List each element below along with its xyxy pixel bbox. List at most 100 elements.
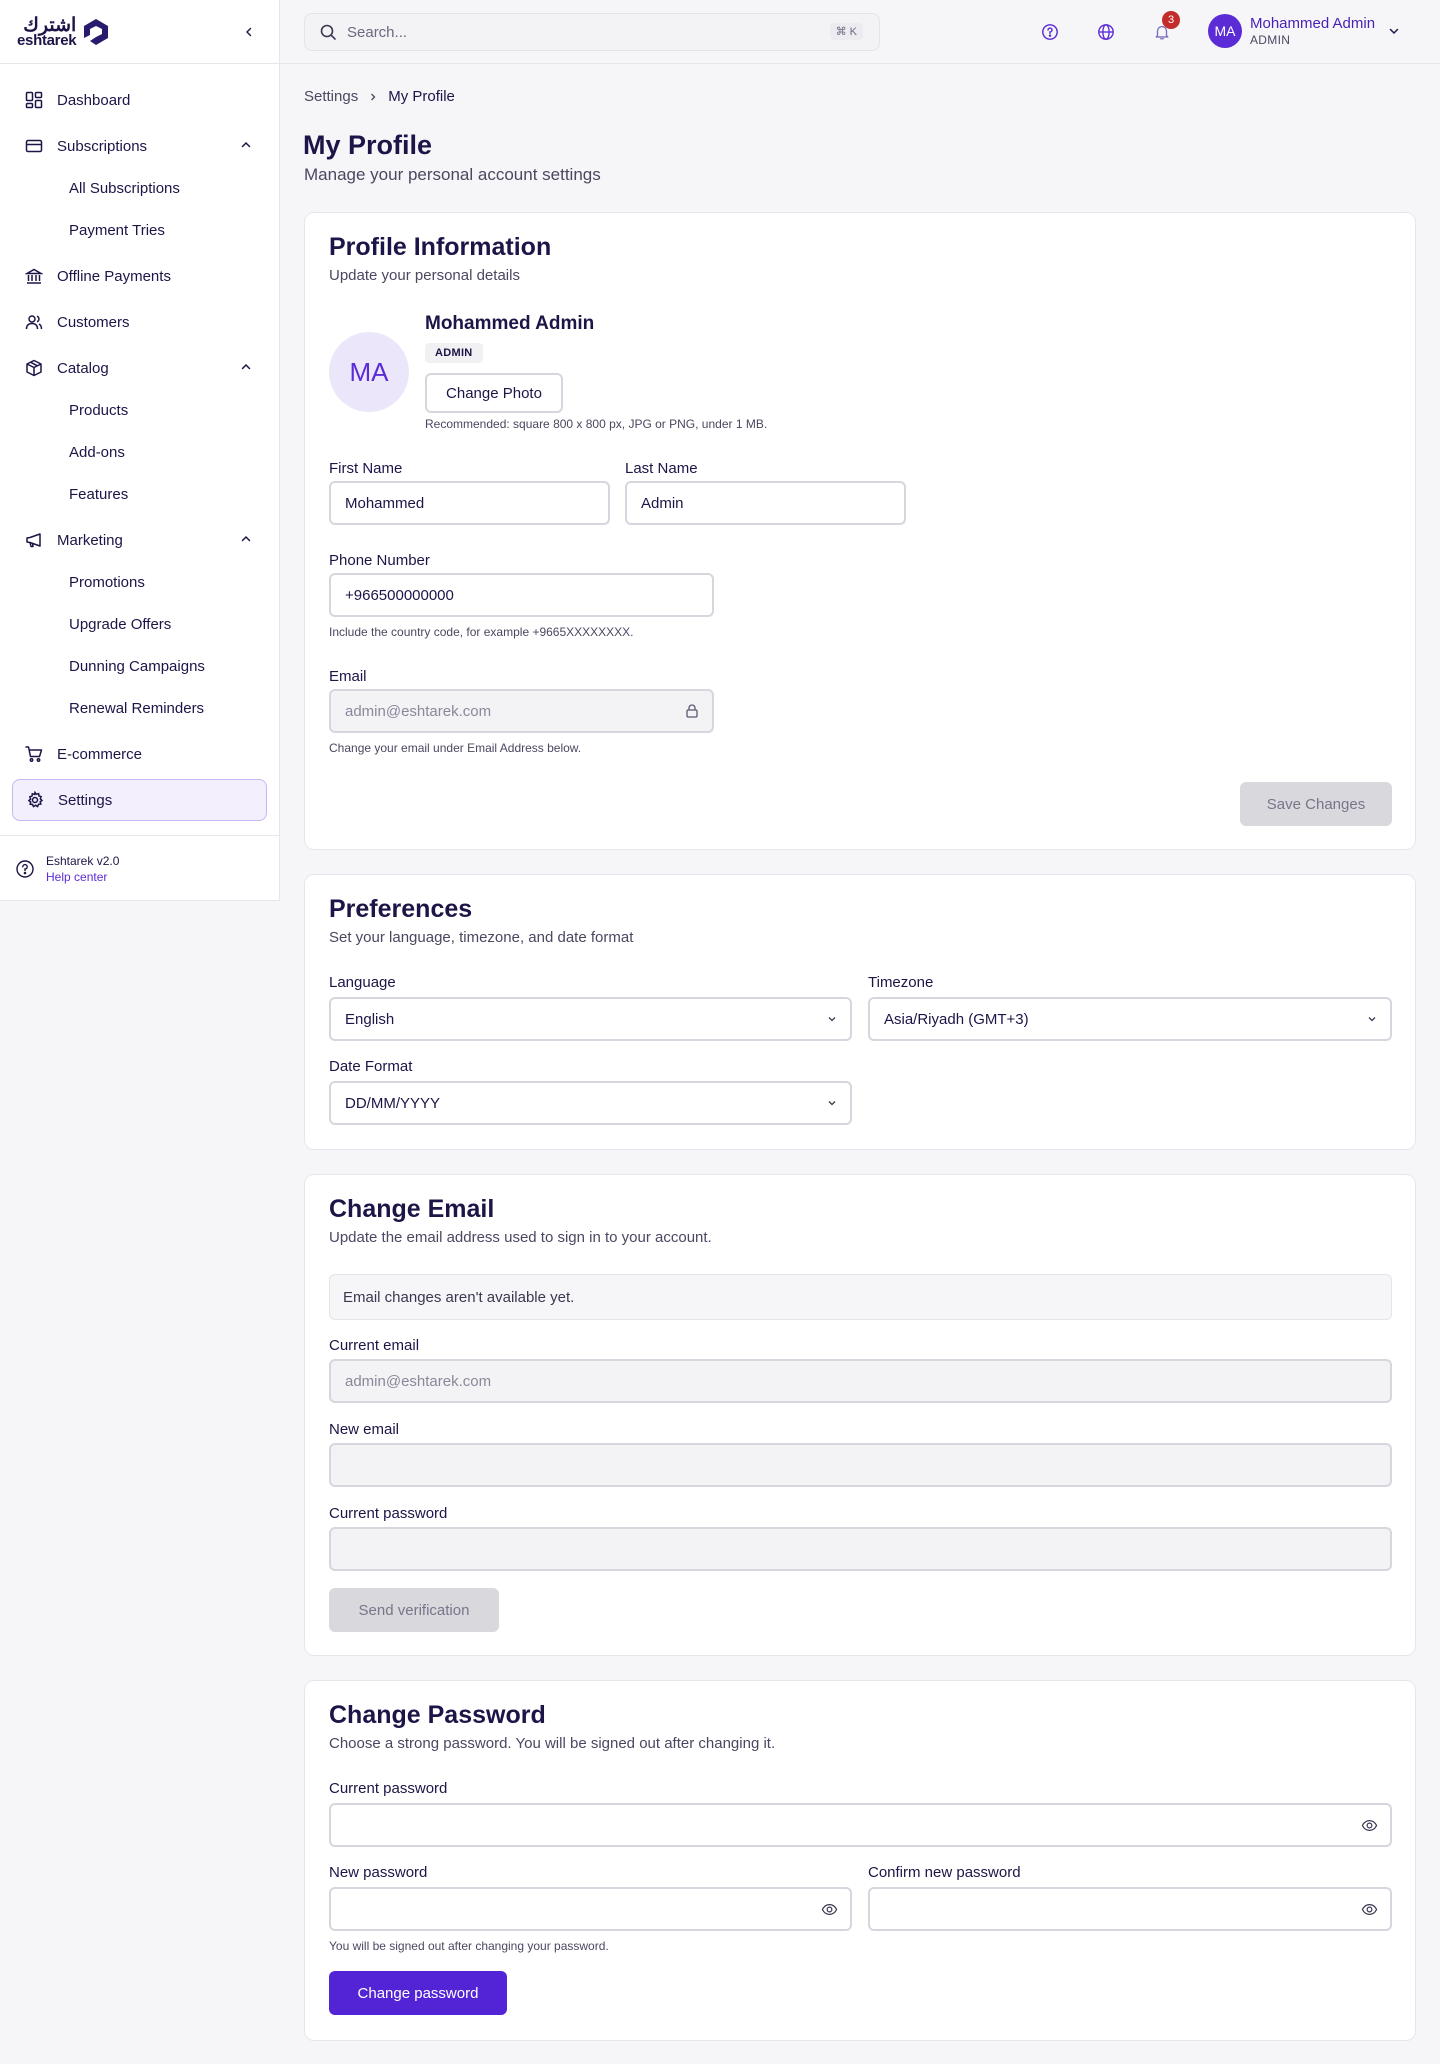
sidebar-subitem-add-ons[interactable]: Add-ons	[69, 444, 125, 461]
sidebar-subitem-payment-tries[interactable]: Payment Tries	[69, 222, 165, 239]
new-password-field[interactable]	[329, 1887, 852, 1931]
sidebar-item-dashboard[interactable]: Dashboard	[12, 79, 267, 121]
sidebar-subitem-features[interactable]: Features	[69, 486, 128, 503]
sidebar-item-subscriptions[interactable]: Subscriptions	[12, 125, 267, 167]
help-circle-icon	[1042, 24, 1058, 40]
current-password-label: Current password	[329, 1780, 448, 1797]
sidebar-subitem-products[interactable]: Products	[69, 402, 128, 419]
change-photo-button[interactable]: Change Photo	[425, 373, 563, 413]
language-button[interactable]	[1094, 20, 1118, 44]
email-field: admin@eshtarek.com	[329, 689, 714, 733]
card-subtitle: Choose a strong password. You will be si…	[329, 1735, 776, 1752]
language-select[interactable]: English	[329, 997, 852, 1041]
collapse-sidebar-button[interactable]	[237, 20, 261, 44]
sidebar-subitem-promotions[interactable]: Promotions	[69, 574, 145, 591]
date-format-label: Date Format	[329, 1058, 413, 1075]
eye-icon[interactable]	[821, 1901, 838, 1918]
change-password-card: Change Password Choose a strong password…	[304, 1680, 1416, 2041]
search-input[interactable]	[347, 23, 807, 41]
sidebar-item-settings[interactable]: Settings	[12, 779, 267, 821]
sidebar-item-label: E-commerce	[57, 745, 143, 763]
confirm-password-label: Confirm new password	[868, 1864, 1021, 1881]
lock-icon	[686, 704, 698, 718]
globe-icon	[1098, 24, 1114, 40]
notification-count-badge: 3	[1162, 11, 1180, 29]
first-name-value: Mohammed	[345, 494, 425, 512]
chevron-down-icon	[828, 1101, 836, 1106]
send-verification-button[interactable]: Send verification	[329, 1588, 499, 1632]
timezone-select[interactable]: Asia/Riyadh (GMT+3)	[868, 997, 1392, 1041]
eye-icon[interactable]	[1361, 1817, 1378, 1834]
timezone-label: Timezone	[868, 974, 934, 991]
photo-hint: Recommended: square 800 x 800 px, JPG or…	[425, 417, 768, 431]
language-value: English	[345, 1010, 395, 1028]
phone-label: Phone Number	[329, 552, 430, 569]
sidebar-item-catalog[interactable]: Catalog	[12, 347, 267, 389]
email-value: admin@eshtarek.com	[345, 702, 492, 720]
megaphone-icon	[24, 530, 44, 550]
date-format-select[interactable]: DD/MM/YYYY	[329, 1081, 852, 1125]
gear-icon	[25, 790, 45, 810]
user-name: Mohammed Admin	[1250, 15, 1376, 32]
phone-field[interactable]: +966500000000	[329, 573, 714, 617]
date-format-value: DD/MM/YYYY	[345, 1094, 441, 1112]
sidebar-item-e-commerce[interactable]: E-commerce	[12, 733, 267, 775]
breadcrumb-current: My Profile	[388, 88, 455, 105]
eye-icon[interactable]	[1361, 1901, 1378, 1918]
sidebar-item-label: Catalog	[57, 359, 109, 377]
dashboard-grid-icon	[24, 90, 44, 110]
chevron-right-icon	[371, 93, 376, 100]
first-name-label: First Name	[329, 460, 403, 477]
cart-icon	[24, 744, 44, 764]
chevron-down-icon	[1389, 28, 1399, 35]
sidebar-subitem-all-subscriptions[interactable]: All Subscriptions	[69, 180, 180, 197]
current-password-field[interactable]	[329, 1803, 1392, 1847]
user-menu[interactable]: MA Mohammed Admin ADMIN	[1208, 14, 1401, 48]
card-subtitle: Update your personal details	[329, 267, 520, 284]
chevron-up-icon	[241, 535, 251, 542]
sidebar-item-customers[interactable]: Customers	[12, 301, 267, 343]
chevron-left-icon	[246, 27, 252, 36]
app-version: Eshtarek v2.0	[46, 853, 120, 868]
sidebar-subitem-renewal-reminders[interactable]: Renewal Reminders	[69, 700, 204, 717]
app-logo[interactable]: اشترك eshtarek	[17, 16, 111, 48]
sidebar-subitem-dunning-campaigns[interactable]: Dunning Campaigns	[69, 658, 205, 675]
search-shortcut-hint: ⌘ K	[829, 23, 863, 40]
sidebar-item-label: Offline Payments	[57, 267, 171, 285]
change-password-button[interactable]: Change password	[329, 1971, 507, 2015]
credit-card-icon	[24, 136, 44, 156]
help-button[interactable]	[1038, 20, 1062, 44]
sidebar-subitem-upgrade-offers[interactable]: Upgrade Offers	[69, 616, 171, 633]
avatar: MA	[1208, 14, 1242, 48]
role-badge: ADMIN	[425, 343, 483, 363]
sidebar-item-offline-payments[interactable]: Offline Payments	[12, 255, 267, 297]
sidebar-item-marketing[interactable]: Marketing	[12, 519, 267, 561]
sidebar: اشترك eshtarek Dashboard Subscriptions A…	[0, 0, 280, 901]
email-unavailable-notice: Email changes aren't available yet.	[329, 1274, 1392, 1320]
current-email-label: Current email	[329, 1337, 420, 1354]
search-bar[interactable]: ⌘ K	[304, 13, 880, 51]
email-label: Email	[329, 668, 367, 685]
save-changes-button[interactable]: Save Changes	[1240, 782, 1392, 826]
sidebar-item-label: Customers	[57, 313, 130, 331]
preferences-card: Preferences Set your language, timezone,…	[304, 874, 1416, 1150]
new-email-label: New email	[329, 1421, 400, 1438]
password-hint: You will be signed out after changing yo…	[329, 1939, 609, 1953]
last-name-field[interactable]: Admin	[625, 481, 906, 525]
breadcrumb-settings-link[interactable]: Settings	[304, 88, 358, 105]
first-name-field[interactable]: Mohammed	[329, 481, 610, 525]
sidebar-footer: Eshtarek v2.0 Help center	[0, 835, 279, 901]
chevron-up-icon	[241, 141, 251, 148]
sidebar-item-label: Settings	[58, 791, 113, 809]
page-title: My Profile	[303, 130, 433, 160]
sidebar-item-label: Subscriptions	[57, 137, 148, 155]
email-current-password-field	[329, 1527, 1392, 1571]
profile-avatar: MA	[329, 332, 409, 412]
last-name-label: Last Name	[625, 460, 698, 477]
confirm-password-field[interactable]	[868, 1887, 1392, 1931]
breadcrumb: Settings My Profile	[304, 88, 455, 105]
last-name-value: Admin	[641, 494, 684, 512]
help-center-link[interactable]: Help center	[46, 869, 119, 885]
card-title: Profile Information	[329, 233, 552, 261]
sidebar-item-label: Marketing	[57, 531, 123, 549]
